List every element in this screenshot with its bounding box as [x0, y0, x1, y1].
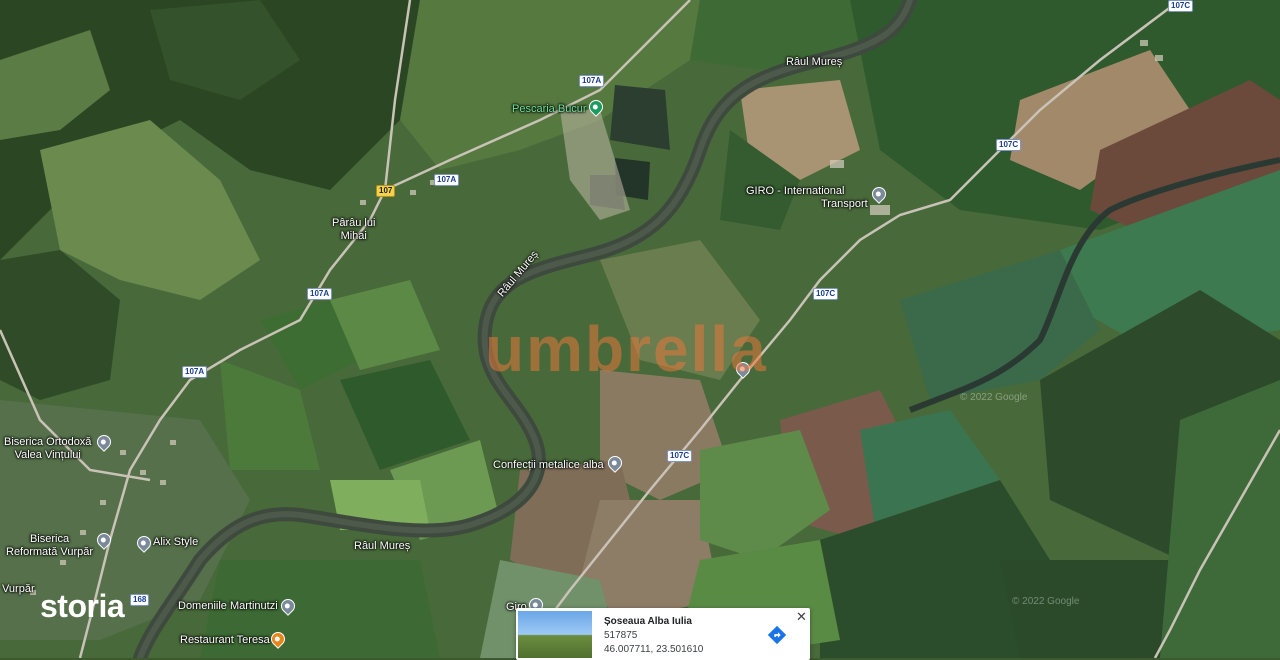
map-copyright: © 2022 Google [960, 392, 1028, 403]
poi-label-line: GIRO - International [746, 185, 845, 197]
place-label-parau-lui-mihai: Pârâu lui Mihai [332, 217, 375, 243]
info-card-title: Șoseaua Alba Iulia [604, 616, 692, 627]
location-info-card[interactable]: Șoseaua Alba Iulia 517875 46.007711, 23.… [516, 608, 810, 660]
road-shield-107c: 107C [1168, 0, 1194, 12]
map-copyright: © 2022 Google [1012, 596, 1080, 607]
river-label-mures-top: Râul Mureș [786, 56, 843, 68]
road-shield-107a: 107A [579, 75, 605, 87]
poi-label-domeniile-martinutzi[interactable]: Domeniile Martinutzi [178, 600, 278, 612]
poi-label-giro-international[interactable]: GIRO - International Transport [746, 185, 868, 211]
road-shield-107a: 107A [182, 366, 208, 378]
road-shield-107c: 107C [813, 288, 839, 300]
place-label-vurpar: Vurpăr [2, 583, 35, 595]
directions-icon[interactable] [766, 624, 788, 646]
umbrella-watermark: umbrella [485, 313, 768, 385]
close-icon[interactable]: ✕ [796, 609, 807, 625]
road-shield-107a: 107A [307, 288, 333, 300]
info-card-coordinates: 46.007711, 23.501610 [604, 644, 704, 655]
poi-label-line: Valea Vințului [14, 449, 81, 461]
street-view-thumbnail[interactable] [518, 611, 592, 658]
poi-label-pescaria-bucur[interactable]: Pescaria Bucur [512, 103, 587, 115]
road-shield-107: 107 [376, 185, 396, 197]
storia-logo: storia [40, 588, 125, 624]
poi-label-alix-style[interactable]: Alix Style [153, 536, 198, 548]
road-shield-107c: 107C [996, 139, 1022, 151]
road-shield-107a: 107A [434, 174, 460, 186]
directions-icon[interactable] [766, 624, 788, 646]
road-shield-107c: 107C [667, 450, 693, 462]
place-label-line: Mihai [340, 230, 367, 242]
poi-label-line: Biserica Ortodoxă [4, 436, 92, 448]
poi-label-biserica-ortodoxa[interactable]: Biserica Ortodoxă Valea Vințului [4, 436, 91, 462]
place-label-line: Pârâu lui [332, 217, 376, 229]
river-label-mures-bottom: Râul Mureș [354, 540, 411, 552]
poi-label-line: Reformată Vurpăr [6, 546, 94, 558]
poi-label-line: Biserica [29, 533, 70, 545]
poi-label-line: Transport [821, 198, 868, 210]
poi-label-biserica-reformata[interactable]: Biserica Reformată Vurpăr [6, 533, 93, 559]
info-card-postal-code: 517875 [604, 630, 638, 641]
poi-label-confectii-metalice[interactable]: Confecții metalice alba [493, 459, 604, 471]
poi-label-restaurant-teresa[interactable]: Restaurant Teresa [180, 634, 270, 646]
road-shield-168: 168 [130, 594, 150, 606]
